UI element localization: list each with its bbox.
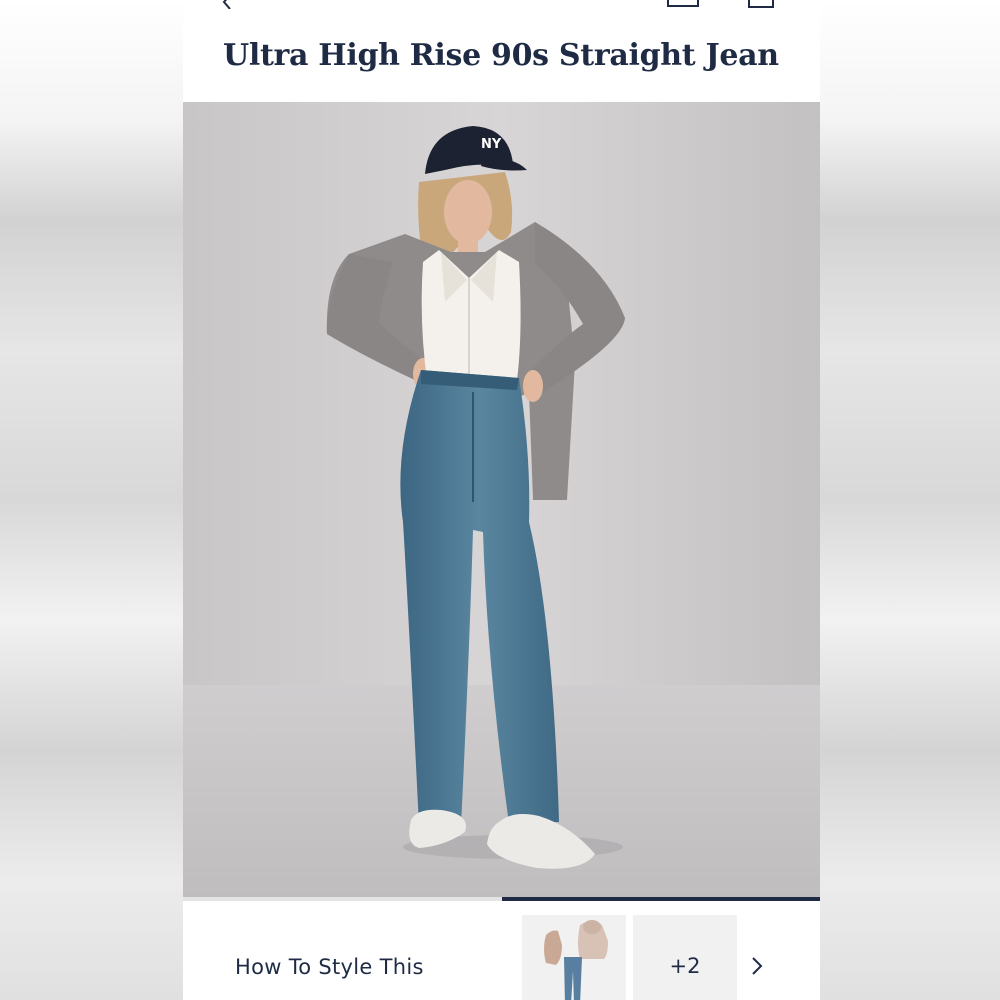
- svg-text:NY: NY: [481, 137, 502, 152]
- chevron-right-icon[interactable]: [749, 956, 765, 976]
- product-image[interactable]: NY: [183, 102, 820, 898]
- chevron-left-icon[interactable]: [221, 0, 235, 10]
- how-to-style-label: How To Style This: [235, 955, 424, 979]
- shopping-bag-icon[interactable]: [746, 0, 776, 10]
- top-nav-bar: [183, 0, 820, 20]
- account-icon[interactable]: [667, 0, 699, 8]
- how-to-style-section[interactable]: How To Style This +2: [183, 901, 820, 1000]
- product-title: Ultra High Rise 90s Straight Jean: [223, 38, 779, 73]
- outfit-thumbnail[interactable]: [522, 915, 626, 1000]
- more-outfits-count: +2: [669, 954, 701, 978]
- product-page: Ultra High Rise 90s Straight Jean NY How…: [183, 0, 820, 1000]
- more-outfits-button[interactable]: +2: [633, 915, 737, 1000]
